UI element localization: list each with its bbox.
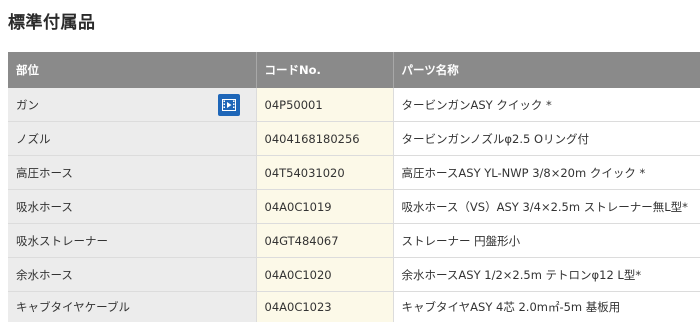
code-cell: 0404168180256 (256, 121, 394, 156)
video-play-icon (221, 99, 236, 111)
table-row: 吸水ホース 04A0C1019 吸水ホース（VS）ASY 3/4×2.5m スト… (8, 189, 700, 224)
table-row: ノズル 0404168180256 タービンガンノズルφ2.5 Oリング付 (8, 121, 700, 156)
part-name-cell: タービンガンノズルφ2.5 Oリング付 (393, 121, 700, 156)
page-title: 標準付属品 (8, 13, 96, 33)
code-cell: 04A0C1020 (256, 257, 394, 292)
code-cell: 04A0C1023 (256, 291, 394, 322)
code-cell: 04A0C1019 (256, 189, 394, 224)
part-name-cell: ストレーナー 円盤形小 (393, 223, 700, 258)
table-row: 高圧ホース 04T54031020 高圧ホースASY YL-NWP 3/8×20… (8, 155, 700, 190)
part-name-cell: キャブタイヤASY 4芯 2.0m㎡-5m 基板用 (393, 291, 700, 322)
part-cell: ガン (8, 88, 257, 122)
column-header-name: パーツ名称 (393, 52, 700, 88)
code-cell: 04GT484067 (256, 223, 394, 258)
part-cell: キャブタイヤケーブル (8, 291, 257, 322)
video-button[interactable] (217, 94, 240, 116)
part-name-cell: 余水ホースASY 1/2×2.5m テトロンφ12 L型* (393, 257, 700, 292)
code-cell: 04P50001 (256, 88, 394, 122)
table-header-row: 部位 コードNo. パーツ名称 (8, 52, 700, 88)
accessories-table: 部位 コードNo. パーツ名称 ガン 04P50001 タービンガンASY クイ… (8, 52, 700, 322)
column-header-part: 部位 (8, 52, 257, 88)
part-name-cell: タービンガンASY クイック * (393, 88, 700, 122)
part-cell: 吸水ホース (8, 189, 257, 224)
code-cell: 04T54031020 (256, 155, 394, 190)
part-cell: 余水ホース (8, 257, 257, 292)
part-cell: ノズル (8, 121, 257, 156)
part-label: ガン (16, 97, 39, 112)
table-row: 余水ホース 04A0C1020 余水ホースASY 1/2×2.5m テトロンφ1… (8, 257, 700, 292)
part-name-cell: 高圧ホースASY YL-NWP 3/8×20m クイック * (393, 155, 700, 190)
table-row: ガン 04P50001 タービンガンASY クイック * (8, 88, 700, 122)
table-row: 吸水ストレーナー 04GT484067 ストレーナー 円盤形小 (8, 223, 700, 258)
part-cell: 吸水ストレーナー (8, 223, 257, 258)
column-header-code: コードNo. (256, 52, 394, 88)
part-cell: 高圧ホース (8, 155, 257, 190)
part-name-cell: 吸水ホース（VS）ASY 3/4×2.5m ストレーナー無L型* (393, 189, 700, 224)
table-row: キャブタイヤケーブル 04A0C1023 キャブタイヤASY 4芯 2.0m㎡-… (8, 291, 700, 322)
